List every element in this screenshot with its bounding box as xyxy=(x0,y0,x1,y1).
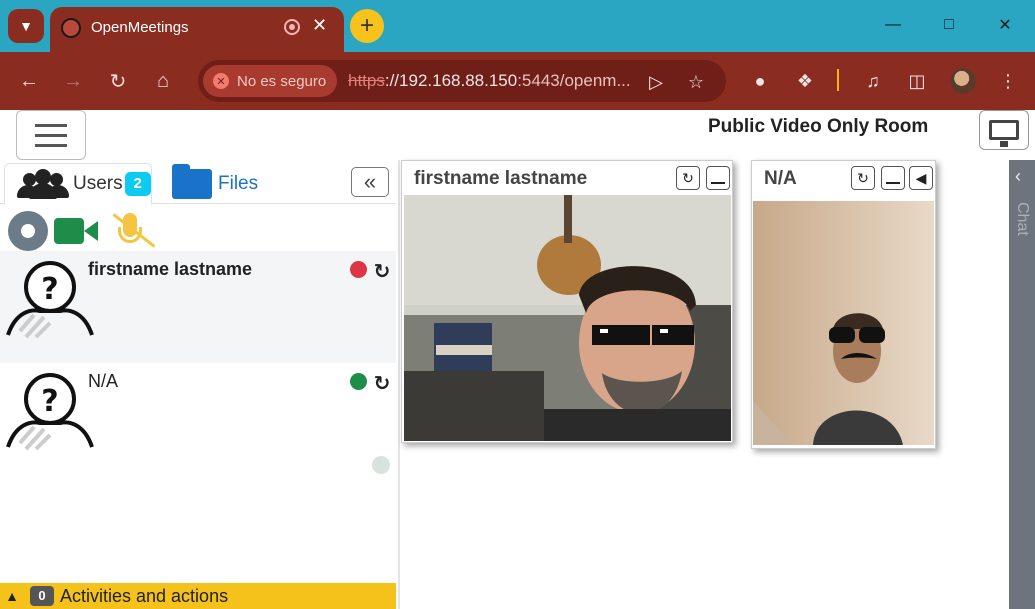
close-tab-icon[interactable]: ✕ xyxy=(312,15,327,36)
users-icon xyxy=(17,169,69,199)
refresh-video-button[interactable]: ↻ xyxy=(676,166,700,190)
tab-title: OpenMeetings xyxy=(91,19,189,36)
extensions-puzzle-icon[interactable]: ❖ xyxy=(791,67,819,95)
forward-button[interactable]: → xyxy=(58,66,88,96)
refresh-video-button[interactable]: ↻ xyxy=(851,166,875,190)
tab-files[interactable]: Files xyxy=(170,163,258,205)
video-stream xyxy=(753,201,934,445)
room-title: Public Video Only Room xyxy=(708,116,929,137)
main-menu-button[interactable] xyxy=(16,110,86,160)
chat-panel-toggle[interactable]: ‹ Chat xyxy=(1009,160,1035,609)
camera-in-use-icon[interactable]: ▷ xyxy=(644,70,668,94)
status-indicator xyxy=(350,261,367,278)
activities-count-badge: 0 xyxy=(30,586,54,606)
chevron-up-icon: ▲ xyxy=(5,588,19,604)
url-text[interactable]: https://192.168.88.150:5443/openm... xyxy=(348,71,631,91)
minimize-video-button[interactable] xyxy=(881,166,905,190)
video-pane[interactable]: firstname lastname ↻ xyxy=(401,160,733,443)
user-actions xyxy=(8,209,156,253)
back-button[interactable]: ← xyxy=(14,66,44,96)
reload-button[interactable]: ↻ xyxy=(103,66,133,96)
users-count-badge: 2 xyxy=(124,172,151,196)
sidebar-tabs: Users 2 Files « xyxy=(0,160,396,205)
browser-tab-strip: ▼ OpenMeetings ✕ + — □ ✕ xyxy=(0,0,1035,52)
folder-icon xyxy=(172,164,212,199)
svg-text:?: ? xyxy=(41,384,58,419)
warning-icon: ✕ xyxy=(213,73,229,89)
toolbar-separator xyxy=(837,69,839,91)
unknown-user-avatar-icon: ? xyxy=(6,373,94,451)
camera-on-icon[interactable] xyxy=(54,216,100,246)
extension-chat-icon[interactable]: ● xyxy=(746,67,774,95)
user-name: N/A xyxy=(88,371,119,391)
minimize-window-button[interactable]: — xyxy=(878,10,908,40)
microphone-muted-icon[interactable] xyxy=(106,209,156,253)
collapse-sidebar-button[interactable]: « xyxy=(351,167,389,197)
status-indicator xyxy=(372,456,390,474)
bookmark-star-icon[interactable]: ☆ xyxy=(684,70,708,94)
unknown-user-avatar-icon: ? xyxy=(6,261,94,339)
chevron-left-icon: ‹ xyxy=(1015,166,1021,186)
activities-bar[interactable]: ▲ 0 Activities and actions xyxy=(0,583,396,609)
monitor-icon xyxy=(989,120,1019,147)
maximize-window-button[interactable]: □ xyxy=(934,10,964,40)
video-stream xyxy=(404,195,731,441)
video-pane-title: firstname lastname xyxy=(414,168,588,189)
app-header: Public Video Only Room xyxy=(0,110,1035,160)
video-pane-title: N/A xyxy=(764,168,797,189)
hamburger-icon xyxy=(35,123,67,127)
user-name: firstname lastname xyxy=(88,259,253,279)
home-button[interactable]: ⌂ xyxy=(148,66,178,96)
chevron-down-icon: ▼ xyxy=(19,18,33,34)
media-controls-icon[interactable]: ♫ xyxy=(859,67,887,95)
panel-divider[interactable] xyxy=(398,160,400,609)
site-security-chip[interactable]: ✕ No es seguro xyxy=(203,65,337,97)
close-window-button[interactable]: ✕ xyxy=(990,10,1020,40)
user-list-item[interactable]: ? firstname lastname ↻ xyxy=(0,251,396,363)
activities-label: Activities and actions xyxy=(60,585,229,606)
screen-share-button[interactable] xyxy=(979,110,1029,150)
browser-toolbar: ← → ↻ ⌂ ✕ No es seguro https://192.168.8… xyxy=(0,52,1035,110)
tab-search-button[interactable]: ▼ xyxy=(8,9,44,43)
user-list-item[interactable]: ? N/A ↻ xyxy=(0,363,396,475)
speaker-icon[interactable]: ◀ xyxy=(909,166,933,190)
users-tab-label: Users xyxy=(73,173,123,194)
svg-text:?: ? xyxy=(41,272,58,307)
sidebar: Users 2 Files « ? firstname lastname ↻ ?… xyxy=(0,160,396,609)
double-chevron-left-icon: « xyxy=(363,169,377,194)
security-label: No es seguro xyxy=(237,72,327,90)
recording-indicator-icon xyxy=(284,19,300,35)
new-tab-button[interactable]: + xyxy=(350,9,384,43)
plus-icon: + xyxy=(359,12,374,39)
browser-tab-openmeetings[interactable]: OpenMeetings ✕ xyxy=(50,7,344,52)
webcam-image xyxy=(404,195,731,441)
openmeetings-favicon-icon xyxy=(61,18,81,38)
more-menu-icon[interactable]: ⋮ xyxy=(994,67,1022,95)
side-panel-icon[interactable]: ◫ xyxy=(903,67,931,95)
profile-avatar[interactable] xyxy=(950,68,976,94)
webcam-image xyxy=(753,201,934,445)
address-bar[interactable]: ✕ No es seguro https://192.168.88.150:54… xyxy=(198,60,726,102)
minimize-video-button[interactable] xyxy=(706,166,730,190)
settings-gear-icon[interactable] xyxy=(8,211,48,251)
chat-label: Chat xyxy=(1014,202,1031,236)
refresh-icon[interactable]: ↻ xyxy=(371,372,393,395)
tab-users[interactable]: Users 2 xyxy=(4,163,152,205)
video-pane[interactable]: N/A ↻ ◀ xyxy=(751,160,936,449)
files-tab-label: Files xyxy=(218,173,259,194)
status-indicator xyxy=(350,373,367,390)
refresh-icon[interactable]: ↻ xyxy=(371,260,393,283)
